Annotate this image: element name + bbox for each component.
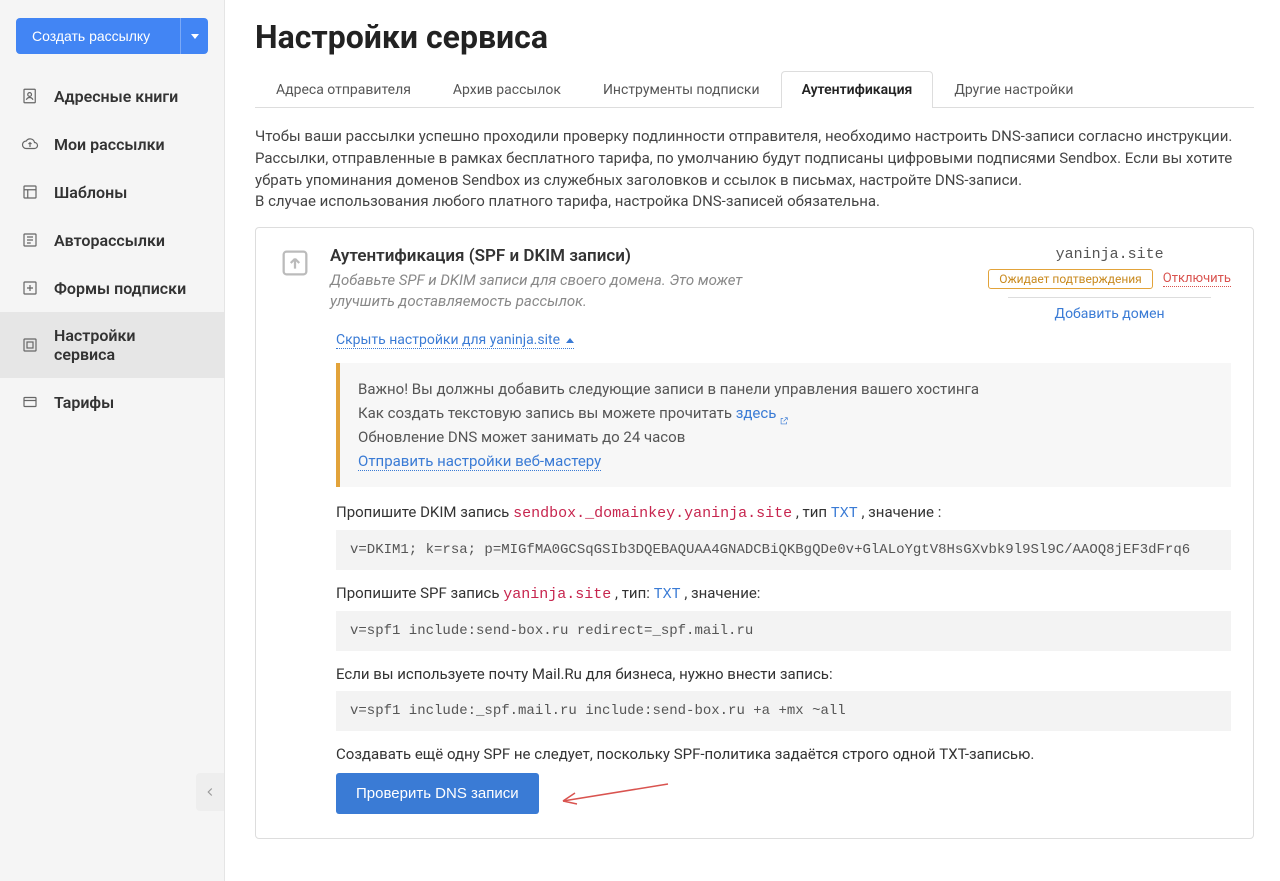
toggle-label: Скрыть настройки для yaninja.site: [336, 332, 560, 348]
alert-line: Как создать текстовую запись вы можете п…: [358, 401, 1213, 425]
sidebar-item-label: Авторассылки: [54, 231, 165, 250]
status-badge: Ожидает подтверждения: [988, 269, 1153, 289]
sidebar-item-label: Адресные книги: [54, 87, 178, 106]
spf-host: yaninja.site: [503, 586, 611, 603]
arrow-annotation-icon: [553, 779, 673, 809]
caret-down-icon: [191, 34, 199, 39]
address-book-icon: [20, 86, 40, 106]
main-content: Настройки сервиса Адреса отправителя Арх…: [225, 0, 1280, 881]
sidebar-item-pricing[interactable]: Тарифы: [0, 378, 224, 426]
mailru-label: Если вы используете почту Mail.Ru для би…: [336, 665, 1231, 683]
mailru-value[interactable]: v=spf1 include:_spf.mail.ru include:send…: [336, 691, 1231, 731]
dkim-type: TXT: [831, 505, 858, 522]
disable-link[interactable]: Отключить: [1163, 271, 1231, 287]
card-title-block: Аутентификация (SPF и DKIM записи) Добав…: [330, 246, 810, 312]
sidebar-item-templates[interactable]: Шаблоны: [0, 168, 224, 216]
create-campaign-wrap: Создать рассылку: [16, 18, 208, 54]
intro-line: Чтобы ваши рассылки успешно проходили пр…: [255, 126, 1254, 148]
tab-sender-addresses[interactable]: Адреса отправителя: [255, 71, 432, 108]
external-link-icon: [779, 409, 789, 419]
intro-line: Рассылки, отправленные в рамках бесплатн…: [255, 148, 1254, 192]
sidebar-item-label: Тарифы: [54, 393, 114, 412]
page-title: Настройки сервиса: [255, 18, 1254, 56]
sidebar-item-forms[interactable]: Формы подписки: [0, 264, 224, 312]
spf-type: TXT: [654, 586, 681, 603]
intro-line: В случае использования любого платного т…: [255, 191, 1254, 213]
divider: [1008, 297, 1211, 298]
form-icon: [20, 278, 40, 298]
tab-archive[interactable]: Архив рассылок: [432, 71, 582, 108]
tabs: Адреса отправителя Архив рассылок Инстру…: [255, 70, 1254, 108]
wallet-icon: [20, 392, 40, 412]
alert-line: Важно! Вы должны добавить следующие запи…: [358, 377, 1213, 401]
caret-up-icon: [566, 338, 574, 343]
sidebar-item-label: Формы подписки: [54, 279, 186, 298]
sidebar: Создать рассылку Адресные книги Мои расс…: [0, 0, 225, 881]
tab-authentication[interactable]: Аутентификация: [781, 71, 934, 108]
details: Скрыть настройки для yaninja.site Важно!…: [336, 332, 1231, 814]
alert-line: Обновление DNS может занимать до 24 часо…: [358, 425, 1213, 449]
cloud-upload-icon: [20, 134, 40, 154]
send-to-webmaster-link[interactable]: Отправить настройки веб-мастеру: [358, 452, 601, 471]
dkim-instruction: Пропишите DKIM запись sendbox._domainkey…: [336, 503, 1231, 522]
spf-instruction: Пропишите SPF запись yaninja.site , тип:…: [336, 584, 1231, 603]
sidebar-item-label: Настройки сервиса: [54, 326, 184, 364]
sidebar-item-auto[interactable]: Авторассылки: [0, 216, 224, 264]
intro-text: Чтобы ваши рассылки успешно проходили пр…: [255, 126, 1254, 213]
alert-text: Как создать текстовую запись вы можете п…: [358, 404, 736, 422]
sidebar-item-label: Шаблоны: [54, 183, 127, 202]
domain-name: yaninja.site: [988, 246, 1231, 263]
sidebar-item-my-campaigns[interactable]: Мои рассылки: [0, 120, 224, 168]
collapse-sidebar-button[interactable]: [196, 773, 224, 811]
spf-note: Создавать ещё одну SPF не следует, поско…: [336, 745, 1231, 763]
dkim-host: sendbox._domainkey.yaninja.site: [513, 505, 792, 522]
automation-icon: [20, 230, 40, 250]
sidebar-item-settings[interactable]: Настройки сервиса: [0, 312, 224, 378]
tab-subscribe-tools[interactable]: Инструменты подписки: [582, 71, 781, 108]
tab-other[interactable]: Другие настройки: [933, 71, 1094, 108]
domain-actions: Ожидает подтверждения Отключить: [988, 269, 1231, 289]
toggle-settings-link[interactable]: Скрыть настройки для yaninja.site: [336, 332, 574, 349]
add-domain-link[interactable]: Добавить домен: [1055, 306, 1165, 322]
dkim-value[interactable]: v=DKIM1; k=rsa; p=MIGfMA0GCSqGSIb3DQEBAQ…: [336, 530, 1231, 570]
card-header: Аутентификация (SPF и DKIM записи) Добав…: [278, 246, 1231, 322]
create-campaign-dropdown[interactable]: [180, 18, 208, 54]
upload-icon: [278, 246, 312, 280]
settings-icon: [20, 335, 40, 355]
auth-card: Аутентификация (SPF и DKIM записи) Добав…: [255, 227, 1254, 839]
check-dns-button[interactable]: Проверить DNS записи: [336, 773, 539, 814]
create-campaign-button[interactable]: Создать рассылку: [16, 18, 180, 54]
sidebar-item-label: Мои рассылки: [54, 135, 165, 154]
help-link[interactable]: здесь: [736, 404, 790, 422]
spf-value[interactable]: v=spf1 include:send-box.ru redirect=_spf…: [336, 611, 1231, 651]
alert-box: Важно! Вы должны добавить следующие запи…: [336, 363, 1231, 487]
check-row: Проверить DNS записи: [336, 773, 1231, 814]
template-icon: [20, 182, 40, 202]
sidebar-item-address-books[interactable]: Адресные книги: [0, 72, 224, 120]
domain-block: yaninja.site Ожидает подтверждения Отклю…: [988, 246, 1231, 322]
card-subtitle: Добавьте SPF и DKIM записи для своего до…: [330, 270, 810, 312]
card-title: Аутентификация (SPF и DKIM записи): [330, 246, 810, 266]
